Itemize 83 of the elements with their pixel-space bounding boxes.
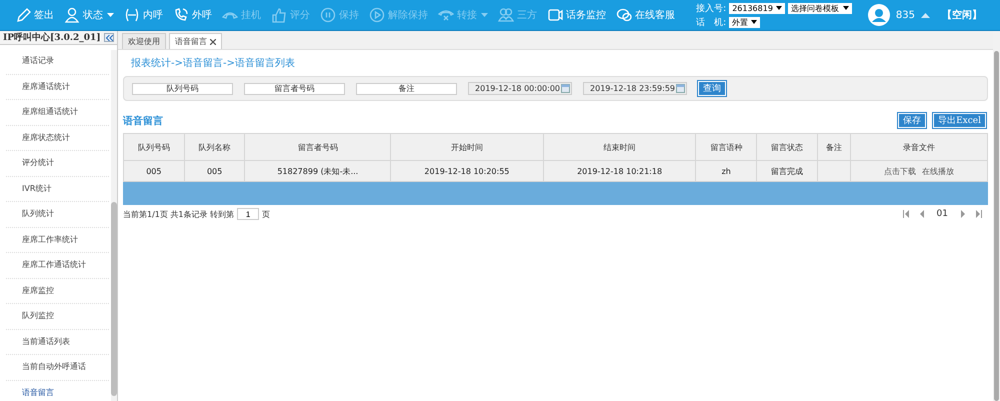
calendar-icon: [561, 84, 570, 93]
sidebar-item[interactable]: 座席通话统计: [6, 74, 109, 100]
save-button[interactable]: 保存: [898, 113, 926, 128]
pause-icon: [320, 7, 336, 23]
sidebar-item[interactable]: 座席组通话统计: [6, 100, 109, 126]
scrollbar-thumb[interactable]: [994, 51, 999, 401]
sidebar-item[interactable]: 通话记录: [6, 49, 109, 74]
access-number-label: 接入号:: [696, 2, 726, 14]
search-button[interactable]: 查询: [698, 81, 726, 96]
first-page-button[interactable]: [900, 208, 912, 220]
person-icon: [64, 7, 80, 23]
dropdown[interactable]: 26136819: [729, 2, 785, 14]
column-header: 结束时间: [543, 134, 696, 160]
sidebar-item[interactable]: 队列监控: [6, 304, 109, 330]
sidebar-item[interactable]: 座席状态统计: [6, 126, 109, 151]
sidebar-title: IP呼叫中心[3.0.2_01]: [3, 31, 101, 44]
sidebar-item[interactable]: 队列统计: [6, 202, 109, 228]
dropdown[interactable]: 外置: [729, 16, 760, 28]
phone-label: 话 机:: [696, 16, 726, 28]
chat-icon: [616, 7, 632, 23]
calendar-icon: [676, 84, 685, 93]
page-suffix: 页: [262, 208, 270, 220]
table-cell: 留言完成: [756, 160, 818, 182]
table-cell: 005: [184, 160, 245, 182]
last-page-button[interactable]: [973, 208, 984, 220]
table-cell: 005: [124, 160, 184, 182]
table-cell: 2019-12-18 10:21:18: [543, 160, 696, 182]
agent-id: 835: [896, 10, 915, 20]
input-field[interactable]: 队列号码: [132, 82, 233, 94]
tab[interactable]: 语音留言: [169, 33, 222, 49]
scrollbar-thumb[interactable]: [111, 202, 117, 396]
table-cell: 2019-12-18 10:20:55: [390, 160, 544, 182]
thumbs-up-icon: [271, 7, 287, 23]
caret-down-icon: [776, 6, 782, 10]
sidebar-item[interactable]: 评分统计: [6, 151, 109, 176]
close-icon[interactable]: [210, 38, 216, 44]
caret-up-icon: [921, 12, 930, 18]
dropdown[interactable]: 选择问卷模板: [788, 2, 852, 14]
sidebar-item[interactable]: 座席监控: [6, 278, 109, 304]
sidebar-item[interactable]: IVR统计: [6, 176, 109, 202]
column-header: 留言者号码: [244, 134, 391, 160]
caret-down-icon: [751, 20, 758, 24]
next-page-icon: [959, 210, 966, 218]
input-field[interactable]: 备注: [356, 82, 457, 94]
sidebar-item[interactable]: 语音留言: [6, 380, 109, 401]
input-field[interactable]: 留言者号码: [244, 82, 345, 94]
column-header: 开始时间: [390, 134, 544, 160]
sidebar-item[interactable]: 当前通话列表: [6, 330, 109, 355]
play-icon: [369, 7, 385, 23]
avatar-icon: [868, 4, 890, 26]
sidebar-item[interactable]: 当前自动外呼通话: [6, 355, 109, 380]
link[interactable]: 在线播放: [922, 166, 954, 176]
caret-down-icon: [842, 6, 849, 10]
scrollbar[interactable]: [111, 50, 117, 401]
breadcrumb: 报表统计->语音留言->语音留言列表: [130, 56, 296, 70]
people-icon: [498, 7, 514, 23]
sidebar-item[interactable]: 座席工作率统计: [6, 228, 109, 253]
scrollbar[interactable]: [993, 31, 1000, 401]
sidebar-item[interactable]: 座席工作通话统计: [6, 253, 109, 278]
table-cell: zh: [696, 160, 757, 182]
previous-page-icon: [918, 210, 926, 218]
agent-status: 【空闲】: [942, 8, 982, 22]
pagination-summary: 当前第1/1页 共1条记录 转到第: [123, 208, 234, 220]
current-page: 01: [936, 209, 948, 219]
page-input[interactable]: 1: [237, 208, 260, 220]
pen-icon: [15, 7, 31, 23]
date-field[interactable]: 2019-12-18 23:59:59: [583, 82, 687, 95]
tab[interactable]: 欢迎使用: [122, 33, 166, 49]
link[interactable]: 点击下载: [884, 166, 916, 176]
column-header: 备注: [817, 134, 850, 160]
column-header: 留言状态: [756, 134, 818, 160]
export-button[interactable]: 导出Excel: [933, 113, 986, 128]
column-header: 留言语种: [696, 134, 757, 160]
column-header: 录音文件: [850, 134, 988, 160]
collapse-button[interactable]: [104, 33, 114, 42]
table-cell: 51827899 (未知-未...: [244, 160, 391, 182]
section-title: 语音留言: [123, 114, 163, 128]
double-chevron-left-icon: [106, 34, 112, 40]
first-page-icon: [902, 210, 910, 218]
last-page-icon: [975, 210, 982, 218]
date-field[interactable]: 2019-12-18 00:00:00: [468, 82, 572, 95]
column-header: 队列名称: [184, 134, 245, 160]
column-header: 队列号码: [124, 134, 184, 160]
